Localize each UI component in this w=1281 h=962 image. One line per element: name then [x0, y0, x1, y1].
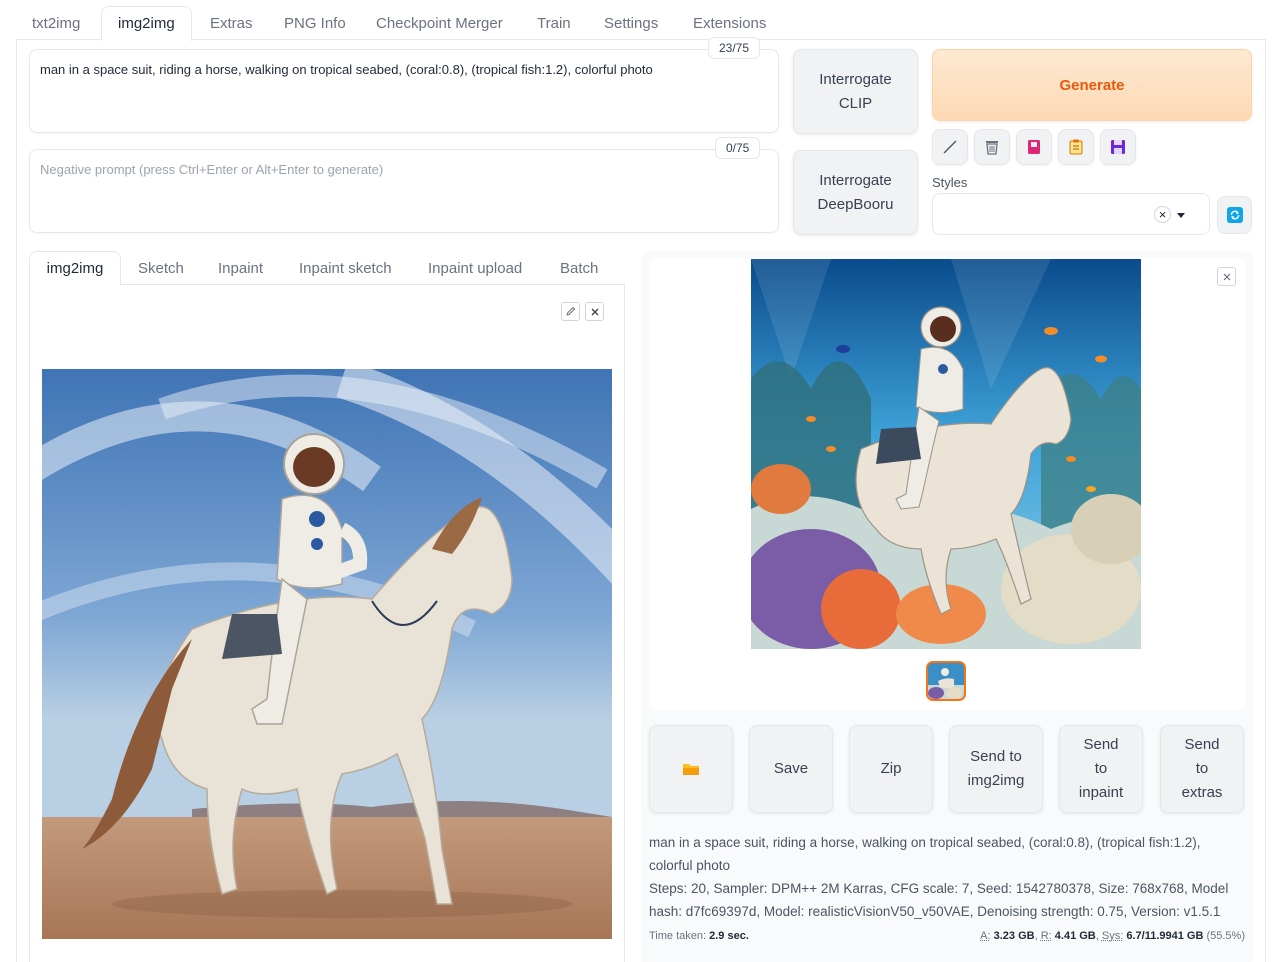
clear-icon[interactable]: ×	[1154, 206, 1171, 223]
subtab-img2img[interactable]: img2img	[29, 251, 121, 285]
top-tab-bar: txt2img img2img Extras PNG Info Checkpoi…	[16, 6, 1266, 41]
vram-r-label: R:	[1040, 930, 1052, 942]
tab-txt2img[interactable]: txt2img	[16, 10, 96, 40]
subtab-sketch[interactable]: Sketch	[138, 259, 184, 285]
generate-button[interactable]: Generate	[932, 49, 1252, 121]
tab-train[interactable]: Train	[521, 10, 587, 40]
negative-prompt-input[interactable]: Negative prompt (press Ctrl+Enter or Alt…	[29, 149, 779, 233]
subtab-inpaint[interactable]: Inpaint	[218, 259, 263, 285]
close-output-icon[interactable]	[1217, 267, 1236, 286]
send-to-inpaint-button[interactable]: Send to inpaint	[1059, 725, 1143, 813]
clipboard-icon[interactable]	[1058, 129, 1094, 165]
output-thumbnail[interactable]	[926, 661, 966, 701]
generation-prompt: man in a space suit, riding a horse, wal…	[649, 835, 1201, 873]
interrogate-clip-button[interactable]: Interrogate CLIP	[793, 49, 918, 134]
edit-icon[interactable]	[561, 302, 580, 321]
output-image[interactable]	[751, 259, 1141, 649]
refresh-styles-button[interactable]	[1217, 196, 1252, 234]
folder-icon	[683, 764, 699, 775]
zip-button[interactable]: Zip	[849, 725, 933, 813]
tab-extras[interactable]: Extras	[194, 10, 269, 40]
vram-sys-value: 6.7/11.9941 GB	[1126, 930, 1204, 942]
vram-a-value: 3.23 GB	[993, 930, 1035, 942]
subtab-inpaint-upload[interactable]: Inpaint upload	[428, 259, 522, 285]
floppy-disk-icon[interactable]	[1100, 129, 1136, 165]
bookmark-card-icon[interactable]	[1016, 129, 1052, 165]
vram-r-value: 4.41 GB	[1054, 930, 1096, 942]
time-taken-value: 2.9 sec.	[709, 930, 749, 942]
styles-label: Styles	[932, 175, 968, 190]
close-icon[interactable]	[585, 302, 604, 321]
tab-png-info[interactable]: PNG Info	[268, 10, 362, 40]
performance-footer: Time taken: 2.9 sec. A: 3.23 GB, R: 4.41…	[649, 930, 1245, 942]
prompt-token-counter: 23/75	[708, 37, 761, 59]
time-taken-label: Time taken:	[649, 930, 707, 942]
memory-stats: A: 3.23 GB, R: 4.41 GB, Sys: 6.7/11.9941…	[980, 930, 1245, 942]
negative-prompt-placeholder: Negative prompt (press Ctrl+Enter or Alt…	[40, 162, 384, 177]
save-button[interactable]: Save	[749, 725, 833, 813]
prompt-text: man in a space suit, riding a horse, wal…	[40, 62, 653, 77]
generation-params: Steps: 20, Sampler: DPM++ 2M Karras, CFG…	[649, 881, 1229, 919]
input-image[interactable]	[42, 369, 612, 939]
tab-extensions[interactable]: Extensions	[677, 10, 782, 40]
vram-sys-percent: (55.5%)	[1206, 930, 1245, 942]
send-to-extras-button[interactable]: Send to extras	[1160, 725, 1244, 813]
styles-dropdown[interactable]: ×	[932, 193, 1210, 235]
tab-img2img[interactable]: img2img	[101, 6, 192, 41]
subtab-batch[interactable]: Batch	[560, 259, 598, 285]
astronaut-horse-underwater-image	[751, 259, 1141, 649]
vram-a-label: A:	[980, 930, 991, 942]
vram-sys-label: Sys:	[1101, 930, 1124, 942]
refresh-icon	[1226, 207, 1243, 223]
send-to-img2img-button[interactable]: Send to img2img	[949, 725, 1043, 813]
astronaut-horse-desert-image	[42, 369, 612, 939]
negative-token-counter: 0/75	[715, 137, 761, 159]
chevron-down-icon[interactable]	[1177, 213, 1185, 218]
trash-icon[interactable]	[974, 129, 1010, 165]
open-folder-button[interactable]	[649, 725, 733, 813]
tab-checkpoint-merger[interactable]: Checkpoint Merger	[360, 10, 519, 40]
prompt-input[interactable]: man in a space suit, riding a horse, wal…	[29, 49, 779, 133]
pencil-icon[interactable]	[932, 129, 968, 165]
tab-settings[interactable]: Settings	[588, 10, 674, 40]
subtab-inpaint-sketch[interactable]: Inpaint sketch	[299, 259, 392, 285]
generation-info: man in a space suit, riding a horse, wal…	[649, 831, 1245, 923]
interrogate-deepbooru-button[interactable]: Interrogate DeepBooru	[793, 150, 918, 235]
